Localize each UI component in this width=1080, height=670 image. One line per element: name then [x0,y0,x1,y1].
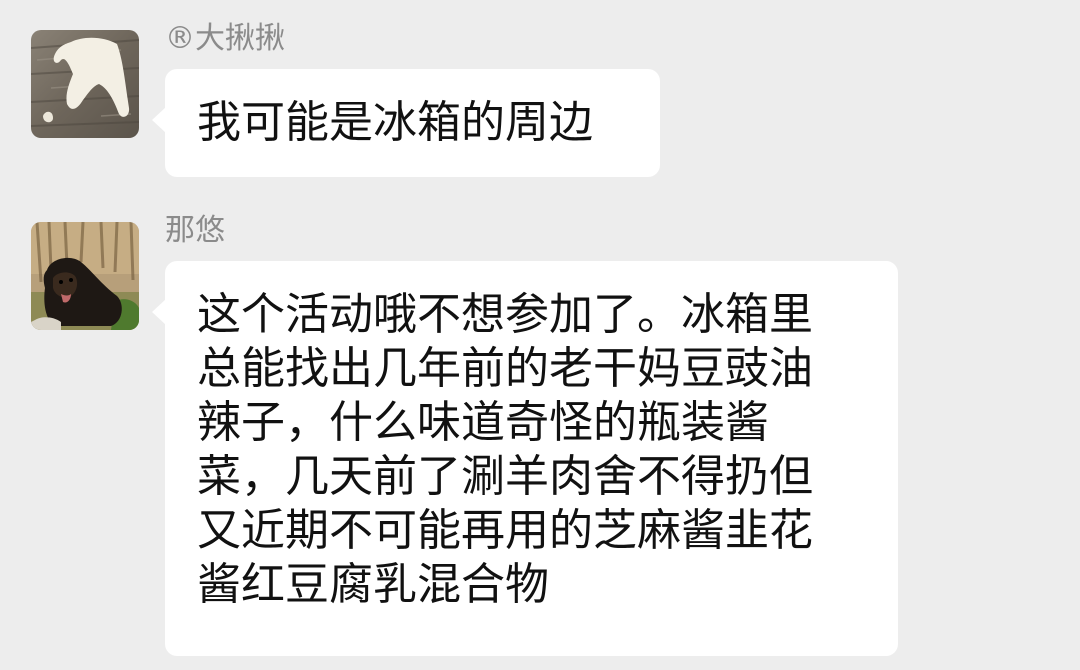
avatar[interactable] [31,30,139,138]
sender-name: ®大揪揪 [165,21,285,56]
dog-photo-avatar-icon [31,222,139,330]
message-bubble[interactable]: 这个活动哦不想参加了。冰箱里 总能找出几年前的老干妈豆豉油 辣子，什么味道奇怪的… [152,261,898,656]
message-text: 这个活动哦不想参加了。冰箱里 总能找出几年前的老干妈豆豉油 辣子，什么味道奇怪的… [197,289,813,610]
sender-name: 那悠 [165,213,225,248]
hand-silhouette-avatar-icon [31,30,139,138]
avatar[interactable] [31,222,139,330]
message-text: 我可能是冰箱的周边 [197,97,593,148]
chat-message: 那悠 这个活动哦不想参加了。冰箱里 总能找出几年前的老干妈豆豉油 辣子，什么味道… [0,200,1080,670]
message-bubble[interactable]: 我可能是冰箱的周边 [152,69,660,177]
chat-message: ®大揪揪 我可能是冰箱的周边 [0,0,1080,200]
